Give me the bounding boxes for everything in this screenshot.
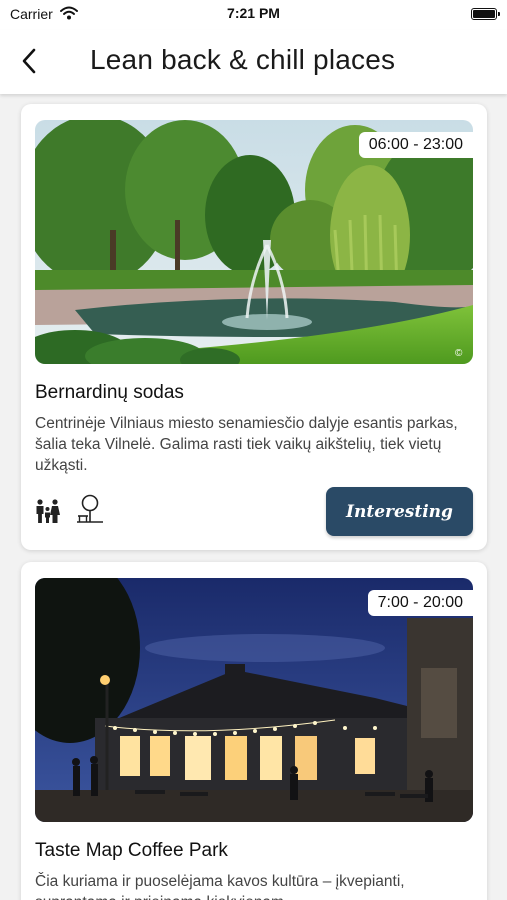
battery-icon [471, 8, 500, 20]
opening-hours-badge: 06:00 - 23:00 [358, 132, 473, 158]
page-title: Lean back & chill places [90, 44, 396, 75]
place-description: Čia kuriama ir puoselėjama kavos kultūra… [35, 873, 405, 900]
nav-header: Lean back & chill places [0, 30, 507, 94]
status-bar: Carrier 7:21 PM [0, 0, 507, 30]
place-name: Bernardinų sodas [35, 382, 184, 403]
opening-hours-badge: 7:00 - 20:00 [367, 590, 473, 616]
back-button[interactable] [14, 46, 44, 76]
place-card[interactable]: 7:00 - 20:00 Taste Map Coffee Park Čia k… [21, 562, 487, 900]
amenity-icons [35, 494, 105, 529]
place-description: Centrinėje Vilniaus miesto senamiesčio d… [35, 415, 458, 474]
place-photo: 7:00 - 20:00 [35, 578, 473, 822]
place-photo: © 06:00 - 23:00 [35, 120, 473, 364]
family-icon [35, 498, 61, 529]
place-card[interactable]: © 06:00 - 23:00 Bernardinų sodas Centrin… [21, 104, 487, 550]
status-time: 7:21 PM [227, 5, 280, 21]
interesting-button[interactable]: Interesting [326, 487, 473, 536]
chevron-left-icon [22, 48, 36, 74]
tree-bench-icon [75, 494, 105, 529]
photo-copyright-mark: © [455, 348, 463, 359]
place-name: Taste Map Coffee Park [35, 840, 228, 861]
